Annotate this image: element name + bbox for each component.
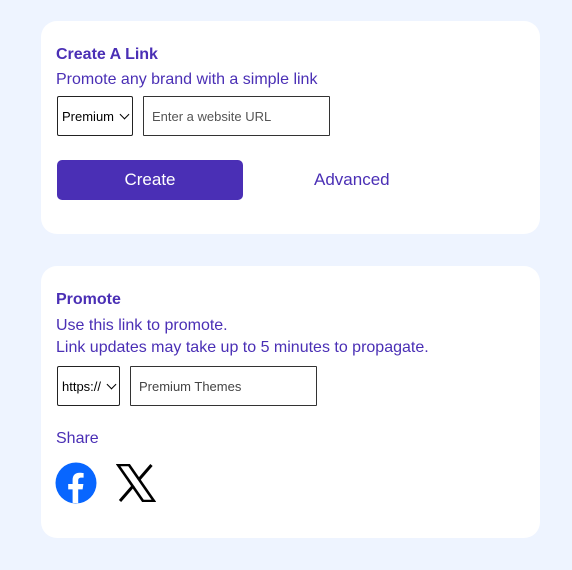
chevron-down-icon — [106, 379, 117, 389]
tier-select[interactable]: Premium — [57, 96, 133, 136]
promote-card: Promote Use this link to promote. Link u… — [41, 266, 540, 538]
chevron-down-icon — [119, 109, 130, 119]
create-link-title: Create A Link — [56, 46, 158, 63]
create-button[interactable]: Create — [57, 160, 243, 200]
website-url-input[interactable] — [143, 96, 330, 136]
facebook-share-button[interactable] — [55, 462, 97, 504]
protocol-select[interactable]: https:// — [57, 366, 120, 406]
share-label: Share — [56, 430, 99, 447]
x-share-button[interactable] — [115, 462, 157, 504]
facebook-icon — [55, 462, 97, 504]
promote-line-1: Use this link to promote. — [56, 317, 228, 334]
promote-title: Promote — [56, 291, 121, 308]
promote-line-2: Link updates may take up to 5 minutes to… — [56, 339, 429, 356]
create-link-subtitle: Promote any brand with a simple link — [56, 71, 318, 88]
tier-select-value: Premium — [62, 108, 115, 124]
promote-link-input[interactable] — [130, 366, 317, 406]
advanced-link[interactable]: Advanced — [314, 170, 390, 190]
x-icon — [116, 464, 156, 502]
protocol-select-value: https:// — [62, 378, 102, 394]
create-link-card: Create A Link Promote any brand with a s… — [41, 21, 540, 234]
